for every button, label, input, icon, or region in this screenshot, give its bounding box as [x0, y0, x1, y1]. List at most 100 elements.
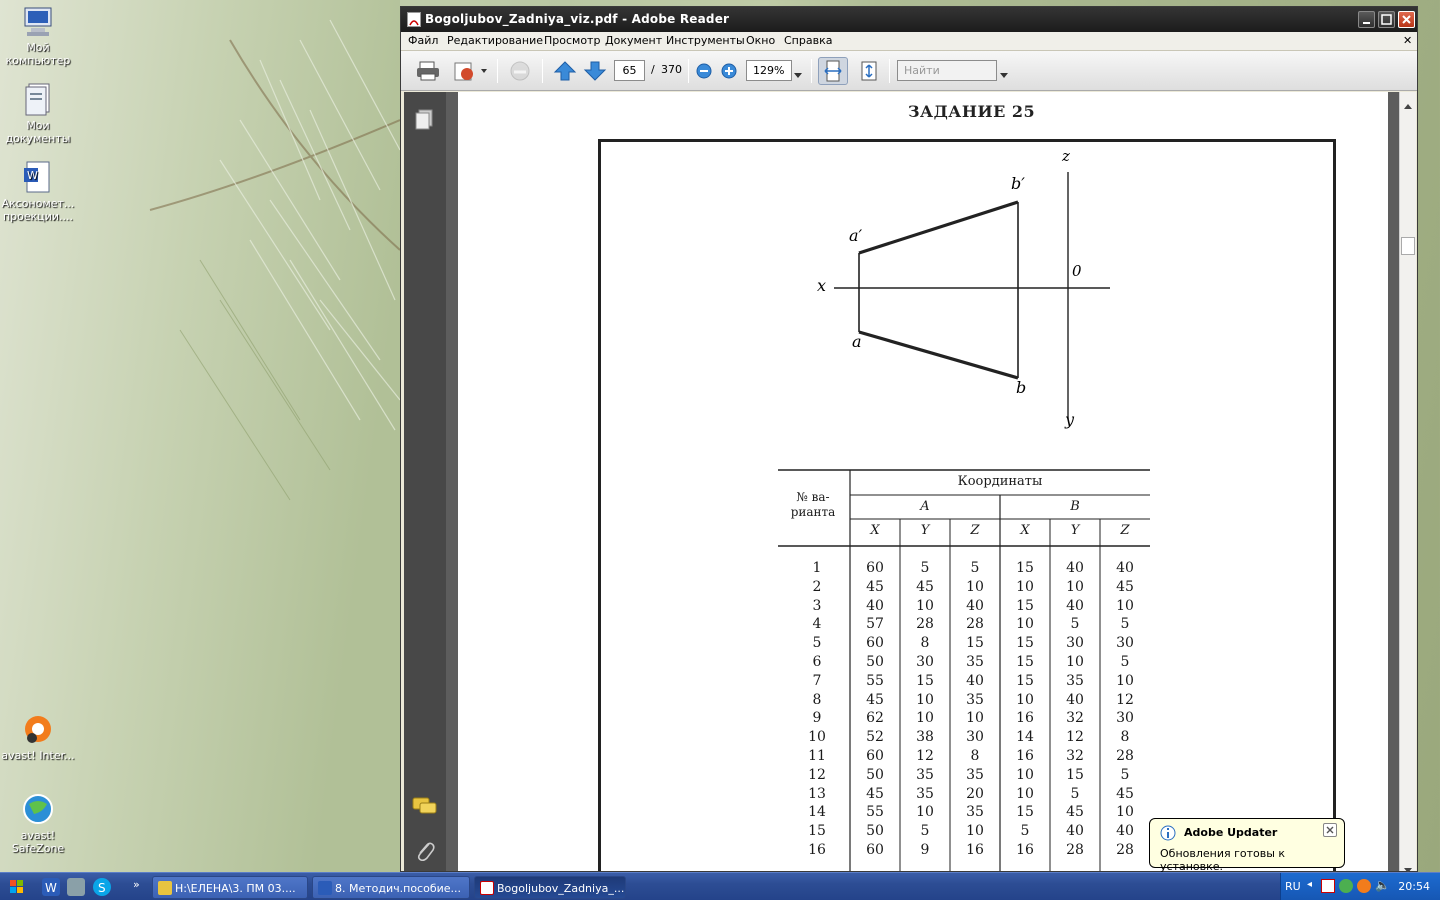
next-page-icon[interactable] [583, 60, 607, 82]
table-cell-variant: 7 [812, 672, 822, 689]
desktop-icon-my-documents[interactable]: Мои документы [0, 82, 76, 145]
window-titlebar[interactable]: Bogoljubov_Zadniya_viz.pdf - Adobe Reade… [401, 7, 1417, 32]
table-cell-value: 10 [1066, 654, 1084, 670]
taskbar-button-explorer[interactable]: H:\ЕЛЕНА\3. ПМ 03.... [152, 876, 308, 899]
tray-expand-chevron-icon[interactable]: ◂ [1307, 879, 1312, 890]
scrollbar-thumb[interactable] [1401, 237, 1415, 255]
table-cell-value: 28 [1116, 748, 1134, 764]
zoom-in-icon[interactable] [720, 62, 738, 84]
zoom-dropdown-chevron-icon[interactable] [792, 65, 804, 87]
table-cell-value: 35 [916, 785, 934, 802]
desktop-icon-label: Аксономет... проекции.... [1, 197, 75, 223]
table-cell-value: 10 [916, 710, 934, 727]
table-cell-value: 30 [1116, 710, 1134, 727]
desktop-icon-label: avast! SafeZone [11, 829, 65, 855]
projection-diagram [834, 172, 1110, 419]
table-cell-value: 15 [1016, 672, 1034, 689]
toolbar-separator [542, 59, 543, 83]
table-cell-value: 8 [1120, 729, 1130, 746]
axis-x-label: x [817, 276, 827, 295]
table-cell-value: 15 [966, 635, 984, 652]
taskbar-button-word[interactable]: 8. Методич.пособие... [312, 876, 470, 899]
vertical-scrollbar[interactable] [1399, 92, 1416, 873]
table-cell-value: 5 [1070, 616, 1080, 633]
page-number-input[interactable]: 65 [614, 60, 645, 81]
document-viewport[interactable]: ЗАДАНИЕ 25 z b′ a′ x 0 a b y № ва- риант… [446, 92, 1399, 871]
previous-page-icon[interactable] [553, 60, 577, 82]
print-icon[interactable] [415, 60, 441, 82]
menu-tools[interactable]: Инструменты [666, 34, 745, 47]
zoom-level-input[interactable]: 129% [746, 60, 792, 81]
table-cell-value: 45 [916, 578, 934, 595]
quicklaunch-word-icon[interactable]: W [42, 878, 60, 896]
fit-page-icon[interactable] [857, 60, 881, 82]
table-cell-value: 10 [916, 691, 934, 708]
start-button[interactable] [2, 876, 32, 898]
menu-bar: Файл Редактирование Просмотр Документ Ин… [401, 32, 1417, 51]
table-cell-value: 15 [916, 672, 934, 689]
table-cell-value: 60 [866, 560, 884, 576]
desktop-icon-avast-internet[interactable]: avast! Inter... [0, 712, 76, 762]
zoom-out-icon[interactable] [695, 62, 713, 84]
svg-text:S: S [98, 881, 106, 895]
close-document-icon[interactable]: ✕ [1403, 34, 1412, 47]
fit-width-icon[interactable] [818, 57, 848, 85]
taskbar-button-adobe-reader[interactable]: Bogoljubov_Zadniya_... [474, 876, 626, 899]
windows-logo-icon [10, 880, 23, 893]
collaborate-icon[interactable] [506, 60, 534, 82]
svg-text:W: W [45, 881, 57, 895]
taskbar-button-label: 8. Методич.пособие... [335, 882, 462, 895]
table-cell-value: 15 [1016, 804, 1034, 821]
table-cell-variant: 11 [808, 748, 826, 764]
point-b-label: b [1016, 378, 1027, 397]
table-cell-value: 10 [916, 597, 934, 614]
table-cell-value: 62 [866, 710, 884, 727]
table-cell-value: 20 [966, 785, 984, 802]
desktop-icon-my-computer[interactable]: Мой компьютер [0, 4, 76, 67]
quicklaunch-overflow-chevron-icon[interactable]: » [133, 878, 140, 891]
tray-volume-icon[interactable]: 🔈 [1375, 878, 1390, 892]
table-cell-value: 35 [966, 766, 984, 783]
scroll-up-arrow-icon[interactable] [1403, 95, 1413, 114]
quicklaunch-skype-icon[interactable]: S [93, 878, 111, 896]
menu-edit[interactable]: Редактирование [447, 34, 543, 47]
search-dropdown-chevron-icon[interactable] [999, 65, 1009, 87]
quicklaunch-app-icon[interactable] [67, 878, 85, 896]
table-cell-variant: 4 [812, 616, 822, 633]
desktop-icon-label: avast! Inter... [1, 749, 75, 762]
adobe-updater-notification[interactable]: Adobe Updater Обновления готовы к устано… [1149, 818, 1345, 873]
table-cell-value: 5 [1020, 823, 1030, 840]
minimize-button[interactable] [1358, 11, 1375, 28]
menu-document[interactable]: Документ [605, 34, 662, 47]
tray-shield-icon[interactable] [1339, 879, 1353, 893]
tray-adobe-updater-icon[interactable] [1321, 879, 1335, 893]
table-cell-value: 50 [866, 766, 884, 783]
desktop-icon-avast-safezone[interactable]: avast! SafeZone [0, 792, 76, 855]
table-subheader: X [1020, 523, 1030, 538]
notification-close-icon[interactable] [1323, 823, 1337, 837]
table-cell-value: 60 [866, 635, 884, 652]
tray-avast-icon[interactable] [1357, 879, 1371, 893]
table-cell-value: 45 [1066, 804, 1084, 821]
table-cell-value: 14 [1016, 729, 1034, 746]
system-tray: RU ◂ 🔈 20:54 [1280, 873, 1440, 900]
menu-file[interactable]: Файл [408, 34, 438, 47]
menu-window[interactable]: Окно [746, 34, 775, 47]
close-button[interactable] [1398, 11, 1415, 28]
comments-icon[interactable] [412, 796, 438, 820]
create-pdf-icon[interactable] [453, 60, 489, 82]
attachments-paperclip-icon[interactable] [414, 839, 436, 867]
search-input[interactable]: Найти [897, 60, 997, 81]
window-title: Bogoljubov_Zadniya_viz.pdf - Adobe Reade… [425, 12, 730, 26]
safezone-globe-icon [21, 792, 55, 826]
menu-view[interactable]: Просмотр [544, 34, 600, 47]
desktop-icon-axonometric-doc[interactable]: W Аксономет... проекции.... [0, 160, 76, 223]
folder-icon [158, 881, 172, 895]
table-cell-value: 10 [1066, 578, 1084, 595]
language-indicator[interactable]: RU [1285, 880, 1301, 893]
table-cell-value: 5 [1120, 654, 1130, 670]
maximize-button[interactable] [1378, 11, 1395, 28]
table-cell-value: 45 [866, 785, 884, 802]
menu-help[interactable]: Справка [784, 34, 832, 47]
pages-panel-icon[interactable] [414, 108, 434, 134]
